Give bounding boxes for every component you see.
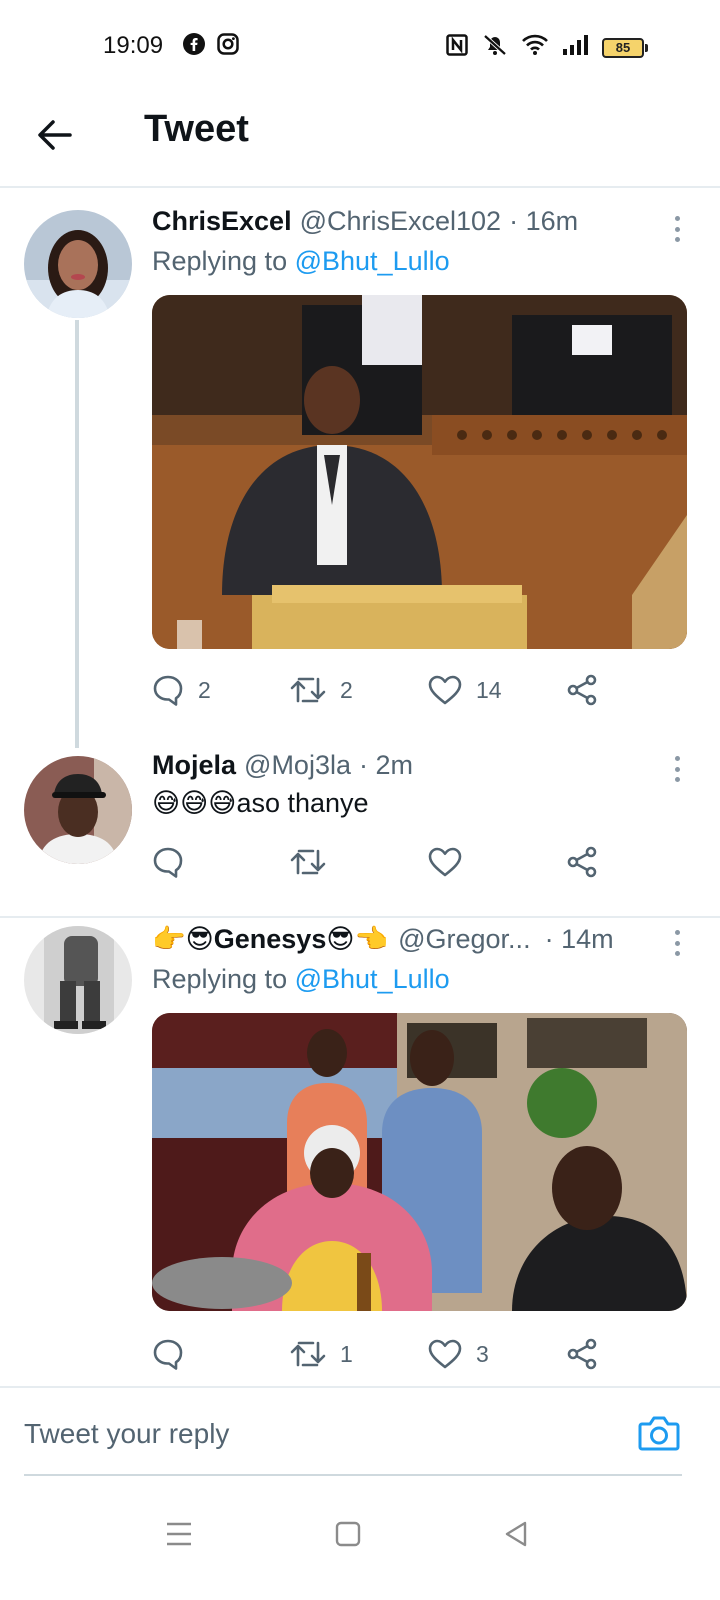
thread-line xyxy=(75,320,79,748)
reply-button[interactable] xyxy=(152,1338,290,1370)
heart-icon xyxy=(428,847,462,877)
battery-icon: 85 xyxy=(602,37,648,58)
nfc-icon xyxy=(446,34,468,61)
like-button[interactable] xyxy=(428,846,566,878)
tweet-text: 😅😅😅aso thanye xyxy=(152,788,696,819)
tweet-image[interactable] xyxy=(152,1013,687,1311)
avatar[interactable] xyxy=(24,926,132,1034)
retweet-count: 2 xyxy=(340,676,353,703)
reply-count: 2 xyxy=(198,676,211,703)
emoji: 😅😅😅 xyxy=(152,788,237,818)
tweet-text-content: aso thanye xyxy=(236,788,369,818)
tweet-header: Mojela @Moj3la · 2m xyxy=(152,748,696,782)
tweet-body: 👉😎Genesys😎👈 @Gregor... · 14m Replying to… xyxy=(152,922,696,1311)
name-suffix-emoji: 😎👈 xyxy=(326,924,389,954)
page-title: Tweet xyxy=(144,108,249,150)
reply-button[interactable]: 2 xyxy=(152,674,290,706)
avatar[interactable] xyxy=(24,756,132,864)
home-button[interactable] xyxy=(334,1520,362,1553)
like-button[interactable]: 14 xyxy=(428,674,566,706)
user-handle[interactable]: @Gregor... xyxy=(398,922,530,956)
retweet-button[interactable] xyxy=(290,846,428,878)
system-nav-bar xyxy=(0,1490,720,1600)
back-button[interactable] xyxy=(30,110,80,160)
tweet-mojela[interactable]: Mojela @Moj3la · 2m 😅😅😅aso thanye xyxy=(0,746,720,900)
tweet-header: ChrisExcel @ChrisExcel102 · 16m xyxy=(152,204,696,238)
share-icon xyxy=(567,674,597,706)
retweet-icon xyxy=(290,677,326,703)
share-button[interactable] xyxy=(566,1338,606,1370)
more-options-button[interactable] xyxy=(662,752,692,786)
tweet-time: · 14m xyxy=(544,924,614,954)
heart-icon xyxy=(428,675,462,705)
signal-icon xyxy=(562,35,588,60)
replying-to-label: Replying to xyxy=(152,246,288,276)
name-prefix-emoji: 👉😎 xyxy=(152,924,214,954)
user-handle[interactable]: @ChrisExcel102 xyxy=(300,204,502,238)
display-name[interactable]: 👉😎Genesys😎👈 xyxy=(152,922,388,956)
top-app-bar: Tweet xyxy=(0,92,720,188)
more-options-button[interactable] xyxy=(662,212,692,246)
tweet-actions: 1 3 xyxy=(152,1338,612,1370)
like-button[interactable]: 3 xyxy=(428,1338,566,1370)
tweet-body: ChrisExcel @ChrisExcel102 · 16m Replying… xyxy=(152,204,696,649)
retweet-icon xyxy=(290,849,326,875)
tweet-time: · 2m xyxy=(358,750,413,780)
mention-link[interactable]: @Bhut_Lullo xyxy=(295,964,450,994)
reply-icon xyxy=(153,1339,183,1370)
mute-icon xyxy=(482,33,508,62)
retweet-button[interactable]: 1 xyxy=(290,1338,428,1370)
tweet-chrisexcel[interactable]: ChrisExcel @ChrisExcel102 · 16m Replying… xyxy=(0,188,720,748)
reply-icon xyxy=(153,675,183,706)
facebook-icon xyxy=(183,33,205,60)
tweet-image[interactable] xyxy=(152,295,687,649)
arrow-left-icon xyxy=(38,120,72,150)
avatar[interactable] xyxy=(24,210,132,318)
replying-to: Replying to @Bhut_Lullo xyxy=(152,246,696,277)
retweet-icon xyxy=(290,1341,326,1367)
share-icon xyxy=(567,1338,597,1370)
mention-link[interactable]: @Bhut_Lullo xyxy=(295,246,450,276)
status-time: 19:09 xyxy=(103,32,164,59)
like-count: 14 xyxy=(476,676,502,703)
input-underline xyxy=(24,1474,682,1476)
display-name-text: Genesys xyxy=(213,924,327,954)
camera-button[interactable] xyxy=(638,1414,680,1457)
tweet-actions xyxy=(152,846,612,878)
tweet-body: Mojela @Moj3la · 2m 😅😅😅aso thanye xyxy=(152,748,696,819)
tweet-time: · 16m xyxy=(509,206,579,236)
replying-to-label: Replying to xyxy=(152,964,288,994)
wifi-icon xyxy=(522,34,548,61)
tweet-actions: 2 2 14 xyxy=(152,674,612,706)
menu-button[interactable] xyxy=(165,1520,193,1553)
reply-input[interactable]: Tweet your reply xyxy=(24,1418,229,1450)
display-name[interactable]: Mojela xyxy=(152,748,236,782)
heart-icon xyxy=(428,1339,462,1369)
triangle-back-icon xyxy=(505,1521,527,1547)
user-handle[interactable]: @Moj3la xyxy=(244,748,351,782)
share-button[interactable] xyxy=(566,674,606,706)
more-options-button[interactable] xyxy=(662,926,692,960)
status-bar: 19:09 85 xyxy=(0,0,720,92)
share-button[interactable] xyxy=(566,846,606,878)
menu-icon xyxy=(167,1522,191,1546)
replying-to: Replying to @Bhut_Lullo xyxy=(152,964,696,995)
nav-back-button[interactable] xyxy=(502,1520,530,1553)
tweet-genesys[interactable]: 👉😎Genesys😎👈 @Gregor... · 14m Replying to… xyxy=(0,918,720,1386)
display-name[interactable]: ChrisExcel xyxy=(152,204,292,238)
camera-icon xyxy=(638,1416,680,1451)
retweet-count: 1 xyxy=(340,1340,353,1367)
share-icon xyxy=(567,846,597,878)
home-square-icon xyxy=(335,1521,361,1547)
like-count: 3 xyxy=(476,1340,489,1367)
retweet-button[interactable]: 2 xyxy=(290,674,428,706)
tweet-header: 👉😎Genesys😎👈 @Gregor... · 14m xyxy=(152,922,696,956)
reply-button[interactable] xyxy=(152,846,290,878)
instagram-icon xyxy=(217,33,239,60)
reply-composer: Tweet your reply xyxy=(0,1386,720,1476)
reply-icon xyxy=(153,847,183,878)
battery-level: 85 xyxy=(602,37,644,58)
